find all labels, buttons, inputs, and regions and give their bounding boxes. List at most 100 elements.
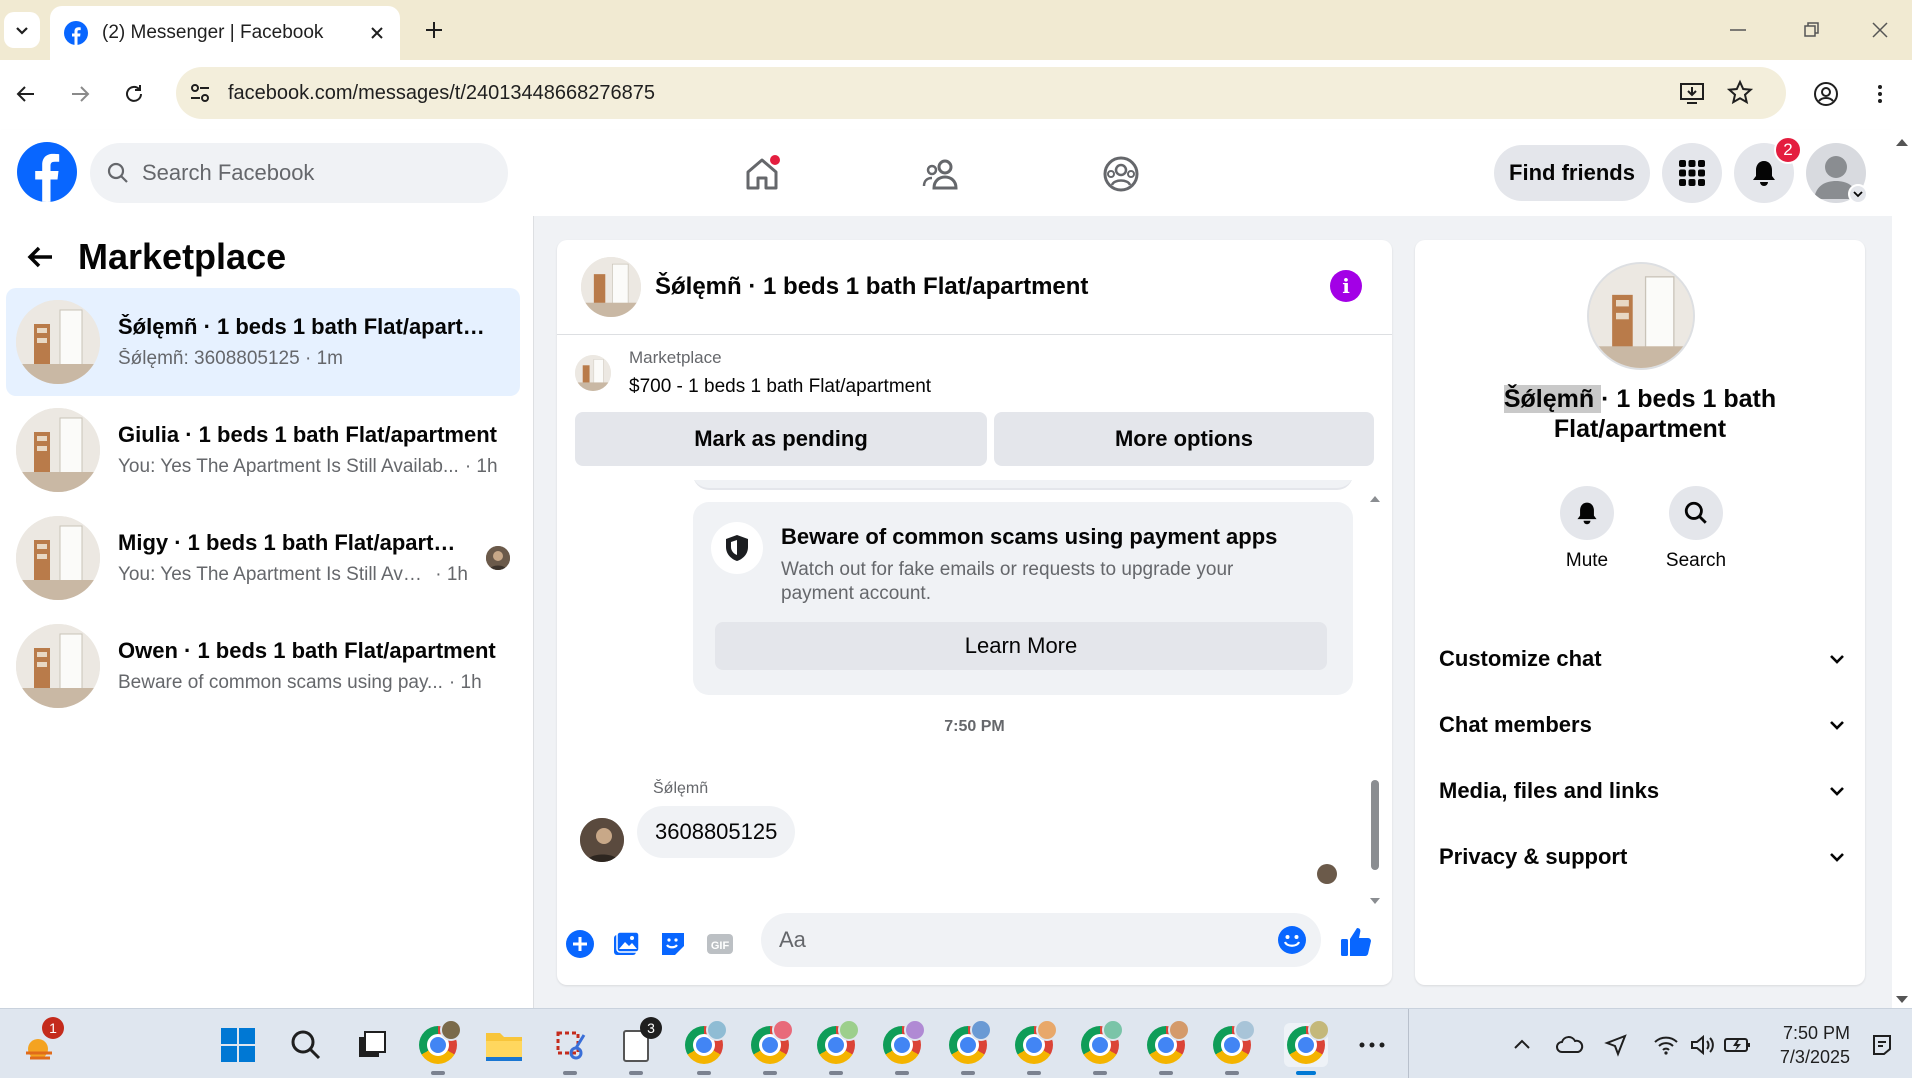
volume-icon [1691,1034,1714,1056]
notification-center[interactable] [1860,1023,1904,1067]
taskbar-chrome-window[interactable] [1012,1019,1058,1075]
home-nav[interactable] [738,150,786,198]
facebook-logo[interactable] [17,142,77,202]
start-button[interactable] [216,1023,260,1067]
groups-nav[interactable] [1097,150,1145,198]
chat-members-section[interactable]: Chat members [1439,698,1847,752]
conversation-item[interactable]: Migy · 1 beds 1 bath Flat/apartm... You:… [6,504,520,612]
message-input[interactable] [779,927,1239,953]
info-icon[interactable]: i [1330,270,1362,302]
sender-avatar[interactable] [580,818,624,862]
friends-nav[interactable] [917,150,965,198]
back-arrow-icon[interactable] [24,241,56,273]
new-tab-button[interactable] [418,14,450,46]
taskbar-chrome-window[interactable] [814,1019,860,1075]
apartment-photo-icon [16,624,100,708]
tab-search-button[interactable] [4,12,40,48]
address-bar[interactable]: facebook.com/messages/t/2401344866827687… [176,67,1786,119]
overflow-button[interactable] [1350,1023,1394,1067]
onedrive-tray[interactable] [1548,1023,1592,1067]
mute-action[interactable]: Mute [1542,486,1632,572]
forward-button[interactable] [64,78,96,110]
customize-chat-section[interactable]: Customize chat [1439,632,1847,686]
back-button[interactable] [10,78,42,110]
battery-tray[interactable] [1716,1023,1760,1067]
profile-badge-icon [772,1019,794,1041]
profile-button[interactable] [1810,78,1842,110]
taskbar-chrome-window[interactable] [880,1019,926,1075]
taskbar-chrome-window[interactable] [1144,1019,1190,1075]
attach-photo-button[interactable] [609,927,643,961]
search-input[interactable] [142,160,482,186]
taskbar-chrome-window[interactable] [748,1019,794,1075]
learn-more-button[interactable]: Learn More [715,622,1327,670]
page-title: Marketplace [78,236,287,277]
taskbar-chrome-window[interactable] [946,1019,992,1075]
mark-as-pending-button[interactable]: Mark as pending [575,412,987,466]
search-action[interactable]: Search [1651,486,1741,572]
show-hidden-icons[interactable] [1500,1023,1544,1067]
bell-icon [1753,161,1775,186]
conversation-item[interactable]: Owen · 1 beds 1 bath Flat/apartment Bewa… [6,612,520,720]
site-settings-icon[interactable] [186,79,214,107]
listing-thumbnail [16,516,100,600]
message-bubble[interactable]: 3608805125 [637,806,796,858]
emoji-icon[interactable] [1277,925,1307,955]
profile-badge-icon [1168,1019,1190,1041]
gif-button[interactable]: GIF [703,927,737,961]
conversation-item[interactable]: Šǿlęmñ · 1 beds 1 bath Flat/apartm... Šǿ… [6,288,520,396]
reload-button[interactable] [118,78,150,110]
sticker-button[interactable] [656,927,690,961]
bookmark-star-icon[interactable] [1726,79,1754,107]
taskbar-chrome-window[interactable] [1078,1019,1124,1075]
notepad[interactable]: 3 [614,1017,662,1075]
menu-button[interactable] [1662,143,1722,203]
chat-avatar[interactable] [581,257,641,317]
close-window-button[interactable] [1864,14,1896,46]
privacy-support-section[interactable]: Privacy & support [1439,830,1847,884]
conversation-item[interactable]: Giulia · 1 beds 1 bath Flat/apartment Yo… [6,396,520,504]
notepad-badge: 3 [640,1017,662,1039]
restore-button[interactable] [1795,14,1827,46]
conversation-list-panel: Marketplace Šǿlęmñ · 1 beds 1 bath Flat/… [0,216,534,1008]
taskbar-chrome-window[interactable] [682,1019,728,1075]
facebook-header: Find friends 2 [0,130,1892,216]
shield-icon [711,522,763,574]
facebook-search[interactable] [90,143,508,203]
taskbar-chrome-active[interactable] [1284,1019,1330,1075]
profile-badge-icon [440,1019,462,1041]
scam-warning-title: Beware of common scams using payment app… [781,524,1278,549]
taskbar-chrome-profile[interactable] [416,1019,462,1075]
minimize-button[interactable] [1722,14,1754,46]
close-tab-icon[interactable] [368,24,386,42]
message-input-field[interactable] [761,913,1321,967]
snipping-tool[interactable] [548,1023,592,1075]
browser-tab[interactable]: (2) Messenger | Facebook [50,6,400,60]
chat-title[interactable]: Šǿlęmñ · 1 beds 1 bath Flat/apartment [655,273,1088,301]
system-clock[interactable]: 7:50 PM 7/3/2025 [1770,1021,1850,1069]
more-options-button[interactable]: More options [994,412,1374,466]
search-label: Search [1665,550,1727,571]
search-icon[interactable] [1669,486,1723,540]
media-files-links-section[interactable]: Media, files and links [1439,764,1847,818]
more-actions-button[interactable] [563,927,597,961]
taskbar-chrome-window[interactable] [1210,1019,1256,1075]
file-explorer[interactable] [482,1023,526,1067]
page-scrollbar[interactable] [1892,130,1912,1008]
scrollbar-thumb[interactable] [1371,780,1379,870]
install-app-icon[interactable] [1678,79,1706,107]
account-menu-chevron[interactable] [1848,184,1868,204]
like-button[interactable] [1339,925,1373,959]
listing-summary[interactable]: Marketplace $700 - 1 beds 1 bath Flat/ap… [575,348,931,398]
find-friends-button[interactable]: Find friends [1494,145,1650,201]
location-tray[interactable] [1594,1023,1638,1067]
task-view-button[interactable] [350,1023,394,1067]
minimize-icon [1730,29,1746,31]
section-label: Chat members [1439,712,1592,737]
browser-menu-button[interactable] [1864,78,1896,110]
weather-widget[interactable]: 1 [18,1017,64,1067]
conversation-name: Giulia · 1 beds 1 bath Flat/apartment [118,422,497,447]
bell-icon[interactable] [1560,486,1614,540]
previous-card-edge [693,480,1353,490]
taskbar-search[interactable] [284,1023,328,1067]
